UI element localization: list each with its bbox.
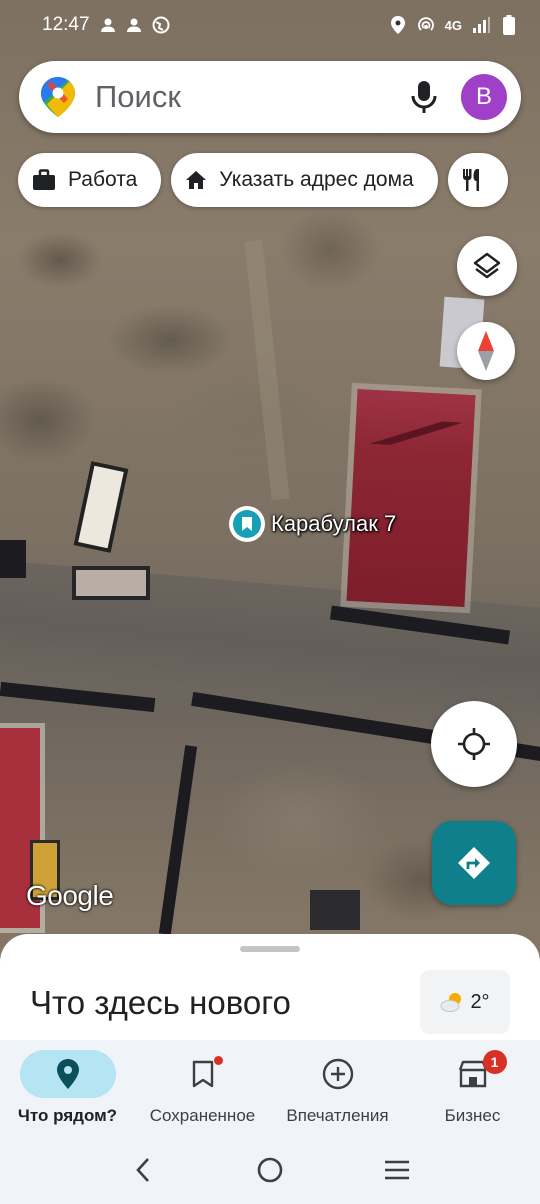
network-type: 4G <box>444 17 462 33</box>
chip-work[interactable]: Работа <box>18 153 162 207</box>
compass-icon <box>478 331 494 371</box>
nav-label: Впечатления <box>286 1106 389 1125</box>
bottom-navigation: Что рядом? Сохраненное Впечатления 1 Биз… <box>0 1040 540 1136</box>
directions-icon <box>458 847 490 879</box>
dirt-track <box>244 239 290 501</box>
layers-button[interactable] <box>457 236 517 296</box>
google-logo: Google <box>26 880 114 911</box>
add-circle-icon <box>322 1058 353 1090</box>
microphone-icon[interactable] <box>409 77 439 117</box>
shortcut-chips: Работа Указать адрес дома <box>18 153 508 207</box>
weather-temp: 2° <box>470 990 490 1013</box>
building-roof <box>72 566 150 600</box>
location-icon <box>389 16 407 34</box>
chip-set-home[interactable]: Указать адрес дома <box>171 153 438 207</box>
place-label: Карабулак 7 <box>271 511 397 536</box>
fence-wall <box>0 540 26 578</box>
person-add-icon <box>126 16 144 34</box>
chip-restaurants[interactable] <box>447 153 508 207</box>
saved-place-icon <box>229 506 265 542</box>
restaurant-icon <box>462 169 479 191</box>
home-circle-icon[interactable] <box>245 1145 295 1195</box>
google-maps-logo-icon <box>41 77 75 117</box>
weather-chip[interactable]: 2° <box>420 970 510 1034</box>
battery-icon <box>500 15 518 35</box>
signal-icon <box>472 16 490 34</box>
building-roof <box>346 389 476 607</box>
drag-handle[interactable] <box>240 946 300 952</box>
notification-dot <box>213 1056 223 1065</box>
account-avatar[interactable]: В <box>461 74 507 120</box>
nav-label: Что рядом? <box>17 1106 118 1125</box>
nav-explore[interactable]: Что рядом? <box>0 1040 135 1136</box>
my-location-button[interactable] <box>431 701 517 787</box>
bookmark-icon <box>192 1060 213 1088</box>
partly-cloudy-icon <box>440 993 462 1012</box>
status-time: 12:47 <box>42 14 90 35</box>
hotspot-icon <box>417 16 435 34</box>
notification-badge: 1 <box>482 1050 507 1074</box>
fence-wall <box>158 745 198 935</box>
nav-business[interactable]: 1 Бизнес <box>405 1040 540 1136</box>
nav-saved[interactable]: Сохраненное <box>135 1040 270 1136</box>
briefcase-icon <box>33 169 55 190</box>
nav-label: Сохраненное <box>149 1106 256 1125</box>
home-icon <box>186 171 207 189</box>
vehicle <box>310 890 360 930</box>
crosshair-icon <box>458 728 490 760</box>
bottom-sheet[interactable]: Что здесь нового 2° <box>0 934 540 1044</box>
globe-icon <box>152 16 170 34</box>
status-bar: 12:47 4G <box>0 0 540 50</box>
layers-icon <box>473 252 501 279</box>
directions-button[interactable] <box>432 821 516 905</box>
system-navigation-bar <box>0 1136 540 1204</box>
place-marker[interactable]: Карабулак 7 <box>229 506 396 542</box>
building-roof <box>73 460 129 554</box>
nav-contribute[interactable]: Впечатления <box>270 1040 405 1136</box>
recents-menu-icon[interactable] <box>372 1145 422 1195</box>
back-icon[interactable] <box>118 1145 168 1195</box>
person-add-icon <box>100 16 118 34</box>
location-pin-icon <box>56 1059 79 1089</box>
sheet-title: Что здесь нового <box>30 984 291 1021</box>
search-input[interactable]: Поиск <box>95 79 409 115</box>
nav-label: Бизнес <box>444 1106 501 1125</box>
chip-label: Работа <box>68 168 138 191</box>
search-bar[interactable]: Поиск В <box>19 61 521 133</box>
chip-label: Указать адрес дома <box>219 168 414 191</box>
compass-button[interactable] <box>457 322 515 380</box>
